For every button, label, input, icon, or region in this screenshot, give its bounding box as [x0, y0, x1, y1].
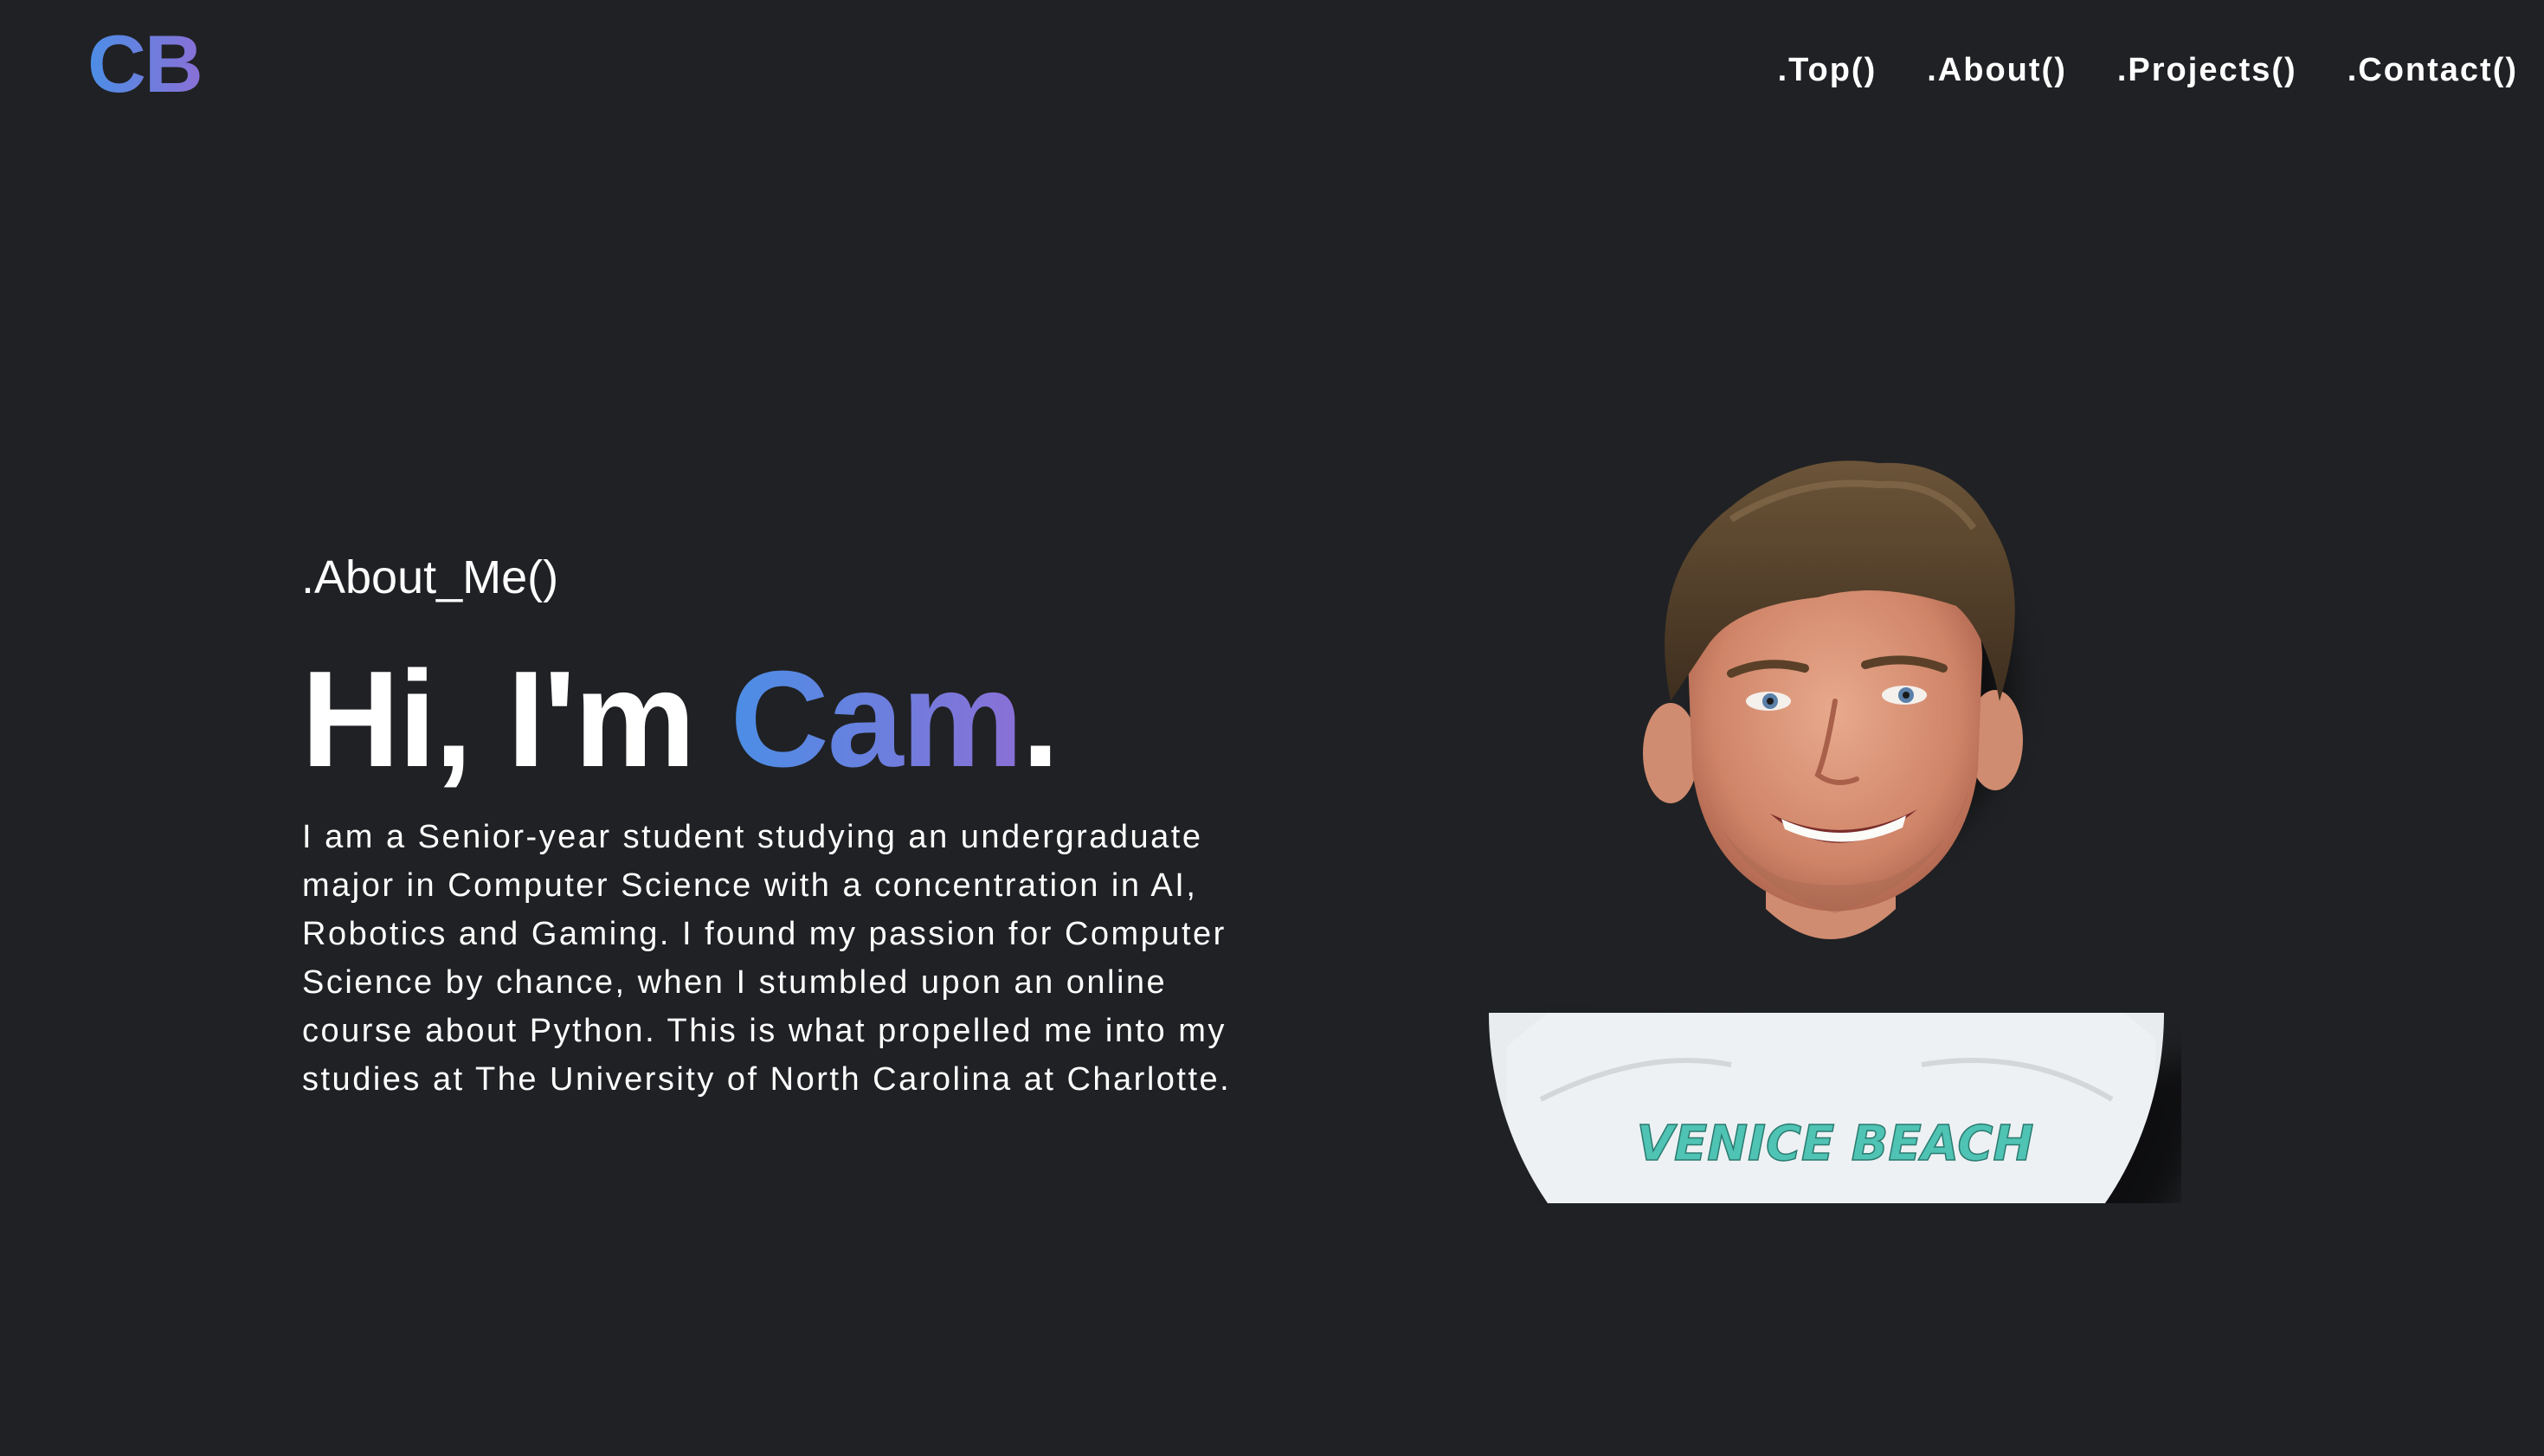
main-nav: .Top() .About() .Projects() .Contact() [1778, 52, 2518, 89]
hero-name: Cam [730, 643, 1023, 796]
shirt-shape: VENICE BEACH [1489, 1013, 2164, 1203]
bio-paragraph: I am a Senior-year student studying an u… [302, 819, 1232, 1098]
hero-punctuation: . [1021, 643, 1059, 796]
shirt-print: VENICE BEACH [1637, 1116, 2034, 1172]
nav-link-contact[interactable]: .Contact() [2348, 52, 2518, 89]
greeting-text: Hi, I'm [301, 643, 731, 796]
profile-photo: VENICE BEACH [1472, 441, 2181, 1203]
nav-link-projects[interactable]: .Projects() [2117, 52, 2297, 89]
nav-link-top[interactable]: .Top() [1778, 52, 1877, 89]
nav-link-about[interactable]: .About() [1927, 52, 2067, 89]
site-logo[interactable]: CB [87, 16, 203, 113]
section-label: .About_Me() [301, 551, 559, 603]
hero-headline: Hi, I'm Cam. [301, 651, 1059, 788]
